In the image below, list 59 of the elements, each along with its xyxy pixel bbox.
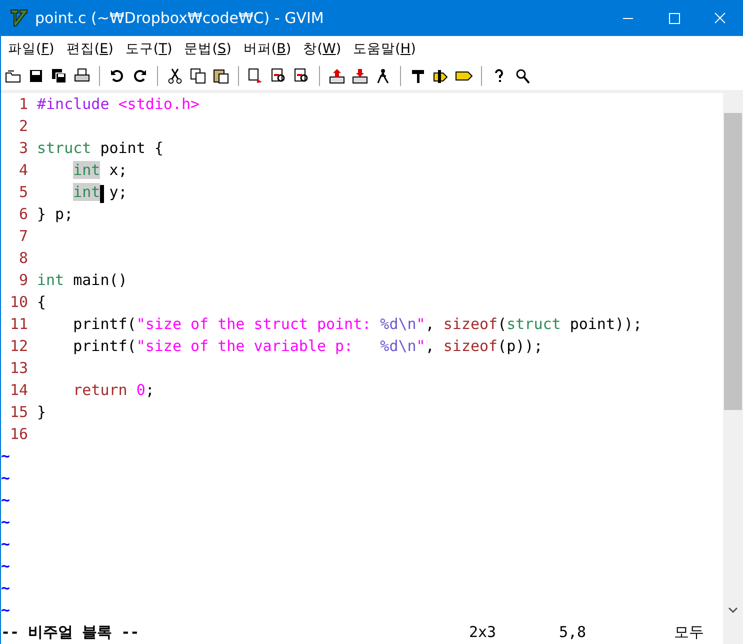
clipboard-icon[interactable] (212, 67, 230, 85)
empty-line-marker: ~ (1, 512, 12, 533)
menu-item[interactable]: 파일(F) (8, 40, 54, 58)
code-line: int x; (72, 160, 128, 181)
code-line: int y; (72, 182, 128, 203)
line-number: 16 (8, 424, 28, 445)
menu-item[interactable]: 창(W) (303, 40, 342, 58)
line-number: 10 (8, 292, 28, 313)
cursor-position: 5,8 (559, 622, 588, 643)
line-number: 15 (8, 402, 28, 423)
disks-icon[interactable] (50, 67, 68, 85)
line-number: 1 (18, 94, 28, 115)
code-line: int main() (37, 270, 128, 291)
menu-item[interactable]: 문법(S) (184, 40, 232, 58)
line-number: 13 (8, 358, 28, 379)
code-line: } (37, 402, 46, 423)
window-title: point.c (~₩Dropbox₩code₩C) - GVIM (35, 9, 325, 27)
scissors-icon[interactable] (166, 67, 184, 85)
selection-size: 2x3 (469, 622, 498, 643)
download-icon[interactable] (351, 67, 369, 85)
line-number: 3 (18, 138, 28, 159)
empty-line-marker: ~ (1, 490, 12, 511)
line-number: 5 (18, 182, 28, 203)
line-number: 9 (18, 270, 28, 291)
undo-icon[interactable] (108, 67, 126, 85)
menu-item[interactable]: 버퍼(B) (243, 40, 292, 58)
code-line: #include <stdio.h> (37, 94, 200, 115)
line-number: 11 (8, 314, 28, 335)
empty-line-marker: ~ (1, 446, 12, 467)
scroll-position: 모두 (674, 622, 705, 643)
code-line: printf("size of the struct point: %d\n", sizeof(struct point)); (72, 314, 642, 335)
menu-item[interactable]: 편집(E) (66, 40, 114, 58)
copy-icon[interactable] (189, 67, 207, 85)
menu-item[interactable]: 도움말(H) (353, 40, 416, 58)
code-line: return 0; (72, 380, 154, 401)
scrollbar[interactable] (723, 93, 743, 644)
upload-icon[interactable] (328, 67, 346, 85)
empty-line-marker: ~ (1, 600, 12, 621)
mode-indicator: -- 비주얼 블록 -- (1, 622, 140, 643)
code-line: { (37, 292, 46, 313)
empty-line-marker: ~ (1, 534, 12, 555)
empty-line-marker: ~ (1, 556, 12, 577)
line-number: 12 (8, 336, 28, 357)
scrollbar-thumb[interactable] (724, 113, 742, 410)
empty-line-marker: ~ (1, 468, 12, 489)
code-line: } p; (37, 204, 74, 225)
line-number: 2 (18, 116, 28, 137)
vim-logo-icon (9, 8, 29, 28)
menu-item[interactable]: 도구(T) (125, 40, 172, 58)
scroll-down-icon[interactable] (728, 606, 738, 614)
line-number: 8 (18, 248, 28, 269)
code-line: struct point { (37, 138, 164, 159)
code-line: printf("size of the variable p: %d\n", sizeof(p)); (72, 336, 543, 357)
empty-line-marker: ~ (1, 578, 12, 599)
redo-icon[interactable] (131, 67, 149, 85)
line-number: 4 (18, 160, 28, 181)
line-number: 14 (8, 380, 28, 401)
line-number: 7 (18, 226, 28, 247)
line-number: 6 (18, 204, 28, 225)
